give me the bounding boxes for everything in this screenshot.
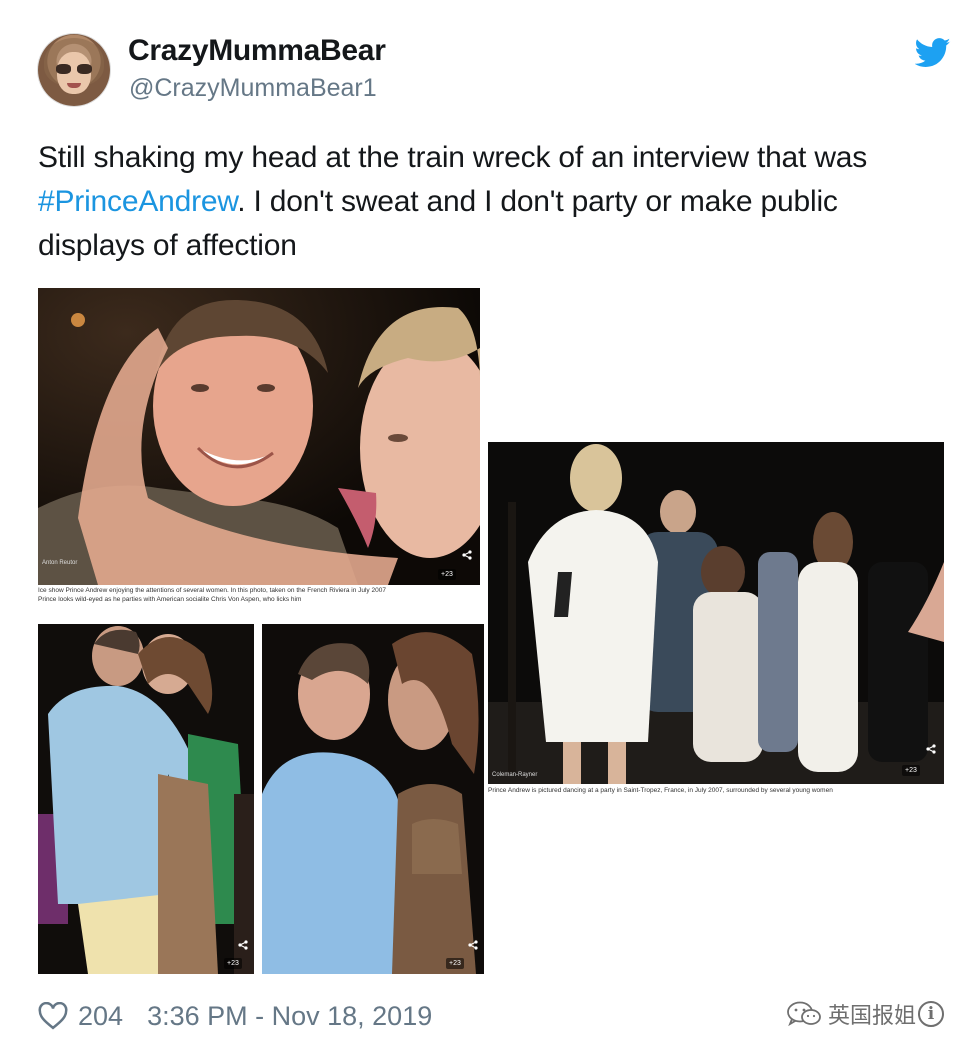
photo-bottom-left[interactable]: +23 bbox=[38, 624, 254, 974]
user-handle[interactable]: @CrazyMummaBear1 bbox=[129, 74, 377, 103]
share-icon[interactable] bbox=[926, 744, 936, 754]
heart-icon[interactable] bbox=[38, 1002, 68, 1030]
photo-bottom-middle[interactable]: +23 bbox=[262, 624, 484, 974]
share-icon[interactable] bbox=[462, 550, 472, 560]
photo-top-left[interactable]: Anton Reutor +23 bbox=[38, 288, 480, 585]
hashtag-link[interactable]: #PrinceAndrew bbox=[38, 185, 237, 218]
like-count[interactable]: 204 bbox=[78, 1001, 123, 1032]
caption-line: Prince Andrew is pictured dancing at a p… bbox=[488, 787, 833, 794]
twitter-bird-icon[interactable] bbox=[915, 38, 951, 68]
photo-caption-right: Prince Andrew is pictured dancing at a p… bbox=[488, 786, 944, 798]
caption-line-2: Prince looks wild-eyed as he parties wit… bbox=[38, 596, 302, 603]
photo-right[interactable]: Coleman-Rayner +23 bbox=[488, 442, 944, 784]
tweet-text-before: Still shaking my head at the train wreck… bbox=[38, 141, 868, 174]
wechat-icon bbox=[787, 1001, 821, 1027]
tweet-text: Still shaking my head at the train wreck… bbox=[38, 136, 943, 268]
photo-credit: Coleman-Rayner bbox=[492, 772, 538, 778]
share-icon[interactable] bbox=[238, 940, 248, 950]
photo-top-left-image bbox=[38, 288, 480, 585]
photo-caption-top-left: Ice show Prince Andrew enjoying the atte… bbox=[38, 586, 480, 616]
avatar[interactable] bbox=[38, 34, 110, 106]
photo-count-badge: +23 bbox=[446, 958, 464, 969]
photo-count-badge: +23 bbox=[224, 958, 242, 969]
photo-count-badge: +23 bbox=[902, 765, 920, 776]
photo-right-image bbox=[488, 442, 944, 784]
photo-count-badge: +23 bbox=[438, 569, 456, 580]
photo-bottom-left-image bbox=[38, 624, 254, 974]
caption-line-1: Ice show Prince Andrew enjoying the atte… bbox=[38, 587, 386, 594]
wechat-watermark: 英国报姐 i bbox=[786, 994, 945, 1034]
photo-credit: Anton Reutor bbox=[42, 560, 78, 566]
watermark-text: 英国报姐 bbox=[828, 1003, 917, 1028]
display-name[interactable]: CrazyMummaBear bbox=[128, 34, 386, 68]
info-icon[interactable]: i bbox=[918, 1001, 945, 1027]
media-collage[interactable]: Anton Reutor +23 Ice show Prince Andrew … bbox=[38, 288, 948, 976]
photo-bottom-middle-image bbox=[262, 624, 484, 974]
share-icon[interactable] bbox=[468, 940, 478, 950]
tweet-timestamp[interactable]: 3:36 PM - Nov 18, 2019 bbox=[147, 1001, 432, 1032]
tweet-footer: 204 3:36 PM - Nov 18, 2019 bbox=[38, 996, 432, 1036]
